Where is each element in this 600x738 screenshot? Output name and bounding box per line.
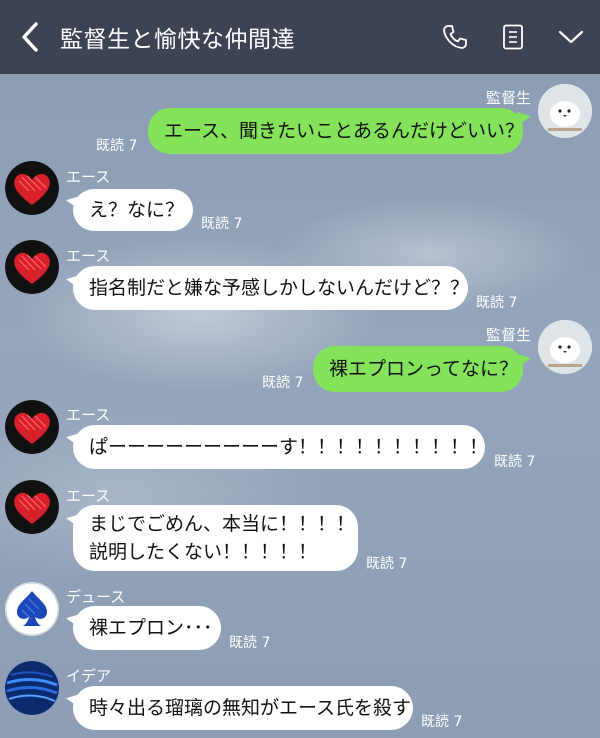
message-line: まじでごめん、本当に！！！！: [89, 513, 356, 535]
back-button[interactable]: [0, 0, 60, 74]
blue-pattern-avatar-icon: [5, 661, 59, 715]
avatar[interactable]: [538, 320, 592, 374]
blue-spade-avatar-icon: [5, 582, 59, 636]
sender-name: イデア: [66, 667, 112, 685]
notes-button[interactable]: [484, 0, 542, 74]
avatar[interactable]: [5, 582, 59, 636]
message-bubble[interactable]: エース、聞きたいことあるんだけどいい？: [148, 108, 524, 154]
phone-icon: [443, 25, 467, 49]
read-receipt: 既読 7: [201, 216, 243, 232]
notes-icon: [503, 24, 523, 50]
sender-name: エース: [66, 487, 111, 505]
sender-name: エース: [66, 406, 111, 424]
message-bubble[interactable]: え？なに？: [73, 189, 193, 231]
sender-name: デュース: [66, 588, 126, 606]
white-bird-avatar-icon: [538, 320, 592, 374]
chat-app: 監督生と愉快な仲間達 監督生 エース、聞きたいことあるんだけどいい？ 既読 7 …: [0, 0, 600, 738]
avatar[interactable]: [5, 400, 59, 454]
red-heart-avatar-icon: [5, 400, 59, 454]
sender-name: エース: [66, 247, 111, 265]
avatar[interactable]: [5, 480, 59, 534]
read-receipt: 既読 7: [262, 375, 304, 391]
chat-title: 監督生と愉快な仲間達: [60, 27, 295, 53]
red-heart-avatar-icon: [5, 161, 59, 215]
chevron-left-icon: [22, 22, 38, 52]
avatar[interactable]: [5, 240, 59, 294]
message-bubble[interactable]: 時々出る瑠璃の無知がエース氏を殺す: [73, 686, 413, 730]
white-bird-avatar-icon: [538, 84, 592, 138]
message-bubble[interactable]: 裸エプロンってなに？: [313, 346, 523, 392]
avatar[interactable]: [5, 161, 59, 215]
red-heart-avatar-icon: [5, 240, 59, 294]
message-bubble[interactable]: まじでごめん、本当に！！！！ 説明したくない！！！！！: [73, 505, 358, 571]
chat-header: 監督生と愉快な仲間達: [0, 0, 600, 74]
message-line: 説明したくない！！！！！: [89, 541, 318, 563]
avatar[interactable]: [538, 84, 592, 138]
sender-name: エース: [66, 168, 111, 186]
read-receipt: 既読 7: [366, 556, 408, 572]
message-bubble[interactable]: 裸エプロン･･･: [73, 606, 221, 650]
sender-name: 監督生: [486, 326, 532, 344]
read-receipt: 既読 7: [421, 714, 463, 730]
call-button[interactable]: [426, 0, 484, 74]
read-receipt: 既読 7: [494, 454, 536, 470]
chevron-down-icon: [558, 30, 584, 44]
avatar[interactable]: [5, 661, 59, 715]
message-bubble[interactable]: 指名制だと嫌な予感しかしないんだけど？？: [73, 266, 469, 310]
sender-name: 監督生: [486, 89, 532, 107]
read-receipt: 既読 7: [476, 295, 518, 311]
red-heart-avatar-icon: [5, 480, 59, 534]
menu-button[interactable]: [542, 0, 600, 74]
message-bubble[interactable]: ぱーーーーーーーーーす！！！！！！！！！！: [73, 425, 488, 469]
read-receipt: 既読 7: [229, 635, 271, 651]
read-receipt: 既読 7: [96, 138, 138, 154]
